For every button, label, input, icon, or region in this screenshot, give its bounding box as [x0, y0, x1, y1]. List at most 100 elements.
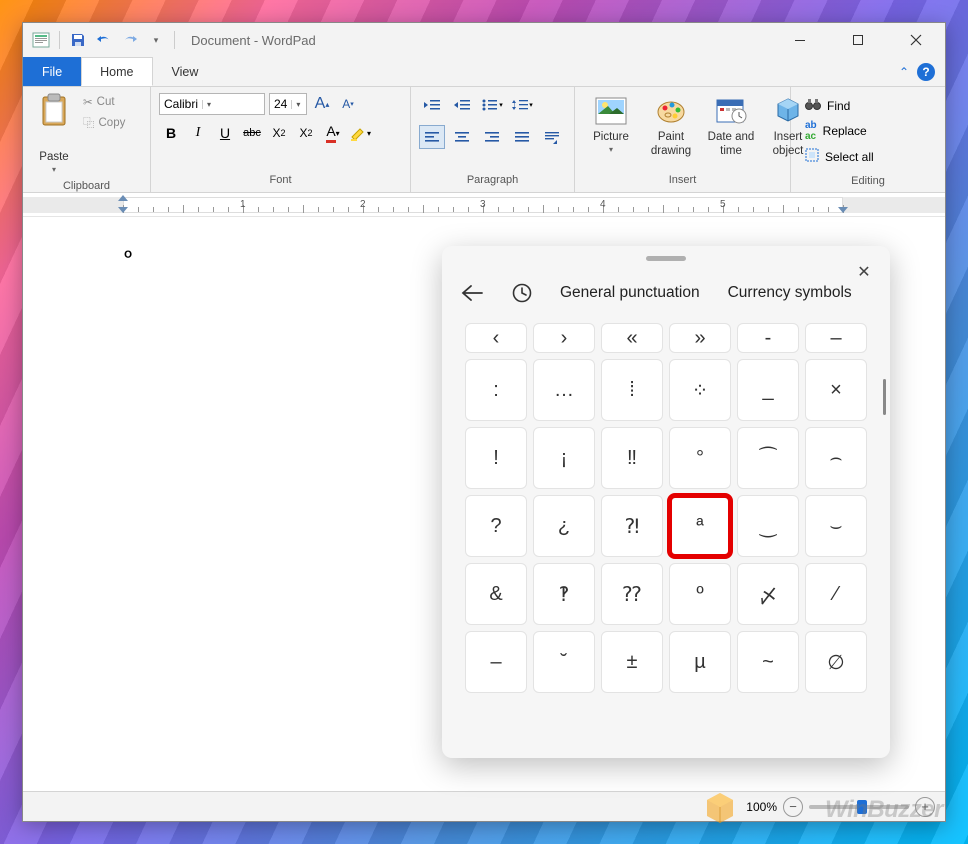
symbol-key[interactable]: – — [805, 323, 867, 353]
group-label: Paragraph — [411, 174, 574, 192]
symbol-key[interactable]: ⁈ — [601, 495, 663, 557]
zoom-out-button[interactable]: − — [783, 797, 803, 817]
recent-icon[interactable] — [502, 273, 542, 313]
insert-picture-button[interactable]: Picture▾ — [585, 93, 637, 159]
symbol-key[interactable]: ⁇ — [601, 563, 663, 625]
symbol-key[interactable]: 〆 — [737, 563, 799, 625]
symbol-key[interactable]: ‐ — [737, 323, 799, 353]
symbol-key[interactable]: ± — [601, 631, 663, 693]
symbol-key[interactable]: ∅ — [805, 631, 867, 693]
close-button[interactable] — [887, 23, 945, 57]
category-tab[interactable]: Currency symbols — [728, 284, 852, 302]
drag-handle[interactable] — [646, 256, 686, 261]
group-label: Editing — [791, 175, 945, 192]
paragraph-dialog-icon[interactable] — [539, 125, 565, 149]
symbol-key[interactable]: ⌣ — [805, 495, 867, 557]
symbol-key[interactable]: ¿ — [533, 495, 595, 557]
zoom-in-button[interactable]: + — [915, 797, 935, 817]
symbol-key[interactable]: ª — [669, 495, 731, 557]
redo-button[interactable] — [120, 30, 140, 50]
bold-button[interactable]: B — [159, 121, 183, 145]
scrollbar-thumb[interactable] — [883, 379, 886, 415]
align-left-icon[interactable] — [419, 125, 445, 149]
collapse-ribbon-icon[interactable]: ⌃ — [899, 65, 909, 79]
justify-icon[interactable] — [509, 125, 535, 149]
scissors-icon: ✂ — [83, 95, 93, 109]
symbol-key[interactable]: » — [669, 323, 731, 353]
group-paragraph: ▾ ▾ Paragraph — [411, 87, 575, 192]
tab-view[interactable]: View — [153, 57, 218, 86]
group-clipboard: Paste ▾ ✂Cut ⿻Copy Clipboard — [23, 87, 151, 192]
align-center-icon[interactable] — [449, 125, 475, 149]
ruler[interactable]: 12345 — [23, 193, 945, 217]
font-size-combo[interactable]: 24▾ — [269, 93, 307, 115]
group-insert: Picture▾ Paint drawing Date and time Ins… — [575, 87, 791, 192]
symbol-key[interactable]: ‽ — [533, 563, 595, 625]
symbol-key[interactable]: ⁘ — [669, 359, 731, 421]
cut-button[interactable]: ✂Cut — [79, 93, 129, 111]
minimize-button[interactable] — [771, 23, 829, 57]
subscript-button[interactable]: X2 — [267, 121, 291, 145]
select-all-icon — [805, 148, 819, 165]
paste-button[interactable] — [33, 93, 75, 149]
insert-datetime-button[interactable]: Date and time — [705, 93, 757, 159]
symbol-key[interactable]: × — [805, 359, 867, 421]
symbol-key[interactable]: ¡ — [533, 427, 595, 489]
symbol-key[interactable]: ‼ — [601, 427, 663, 489]
maximize-button[interactable] — [829, 23, 887, 57]
symbol-key[interactable]: : — [465, 359, 527, 421]
line-spacing-icon[interactable]: ▾ — [509, 93, 535, 117]
symbol-key[interactable]: ⁀ — [737, 427, 799, 489]
paste-label: Paste — [39, 151, 68, 165]
select-all-button[interactable]: Select all — [803, 146, 876, 167]
grow-font-icon[interactable]: A▴ — [311, 93, 333, 115]
save-button[interactable] — [68, 30, 88, 50]
symbol-key[interactable]: ⁞ — [601, 359, 663, 421]
replace-icon: abac — [805, 120, 817, 142]
symbol-key[interactable]: ! — [465, 427, 527, 489]
close-icon[interactable]: ✕ — [852, 260, 876, 284]
symbol-key[interactable]: ‹ — [465, 323, 527, 353]
copy-button[interactable]: ⿻Copy — [79, 113, 129, 133]
increase-indent-icon[interactable] — [449, 93, 475, 117]
align-right-icon[interactable] — [479, 125, 505, 149]
font-color-button[interactable]: A▾ — [321, 121, 345, 145]
symbol-key[interactable]: … — [533, 359, 595, 421]
symbol-key[interactable]: & — [465, 563, 527, 625]
underline-button[interactable]: U — [213, 121, 237, 145]
decrease-indent-icon[interactable] — [419, 93, 445, 117]
zoom-slider[interactable] — [809, 805, 909, 809]
symbol-key[interactable]: ‿ — [737, 495, 799, 557]
font-name-combo[interactable]: Calibri▾ — [159, 93, 265, 115]
strikethrough-button[interactable]: abc — [240, 121, 264, 145]
undo-button[interactable] — [94, 30, 114, 50]
symbol-key[interactable]: µ — [669, 631, 731, 693]
replace-button[interactable]: abacReplace — [803, 118, 876, 144]
group-label: Clipboard — [23, 180, 150, 192]
help-icon[interactable]: ? — [917, 63, 935, 81]
tab-home[interactable]: Home — [81, 57, 152, 86]
symbol-key[interactable]: ˘ — [533, 631, 595, 693]
back-button[interactable] — [452, 273, 492, 313]
category-tab[interactable]: General punctuation — [560, 284, 700, 302]
tab-file[interactable]: File — [23, 57, 81, 86]
symbol-key[interactable]: ⁄ — [805, 563, 867, 625]
find-button[interactable]: Find — [803, 95, 876, 116]
symbol-key[interactable]: › — [533, 323, 595, 353]
symbol-key[interactable]: « — [601, 323, 663, 353]
highlight-button[interactable]: ▾ — [348, 121, 372, 145]
symbol-key[interactable]: ⌢ — [805, 427, 867, 489]
symbol-key[interactable]: º — [669, 563, 731, 625]
symbol-key[interactable]: _ — [737, 359, 799, 421]
symbol-key[interactable]: ~ — [737, 631, 799, 693]
symbol-key[interactable]: ‒ — [465, 631, 527, 693]
group-label: Font — [151, 174, 410, 192]
italic-button[interactable]: I — [186, 121, 210, 145]
symbol-key[interactable]: ? — [465, 495, 527, 557]
insert-paint-button[interactable]: Paint drawing — [645, 93, 697, 159]
shrink-font-icon[interactable]: A▾ — [337, 93, 359, 115]
superscript-button[interactable]: X2 — [294, 121, 318, 145]
symbol-key[interactable]: ° — [669, 427, 731, 489]
bullets-icon[interactable]: ▾ — [479, 93, 505, 117]
qat-dropdown[interactable]: ▾ — [146, 30, 166, 50]
